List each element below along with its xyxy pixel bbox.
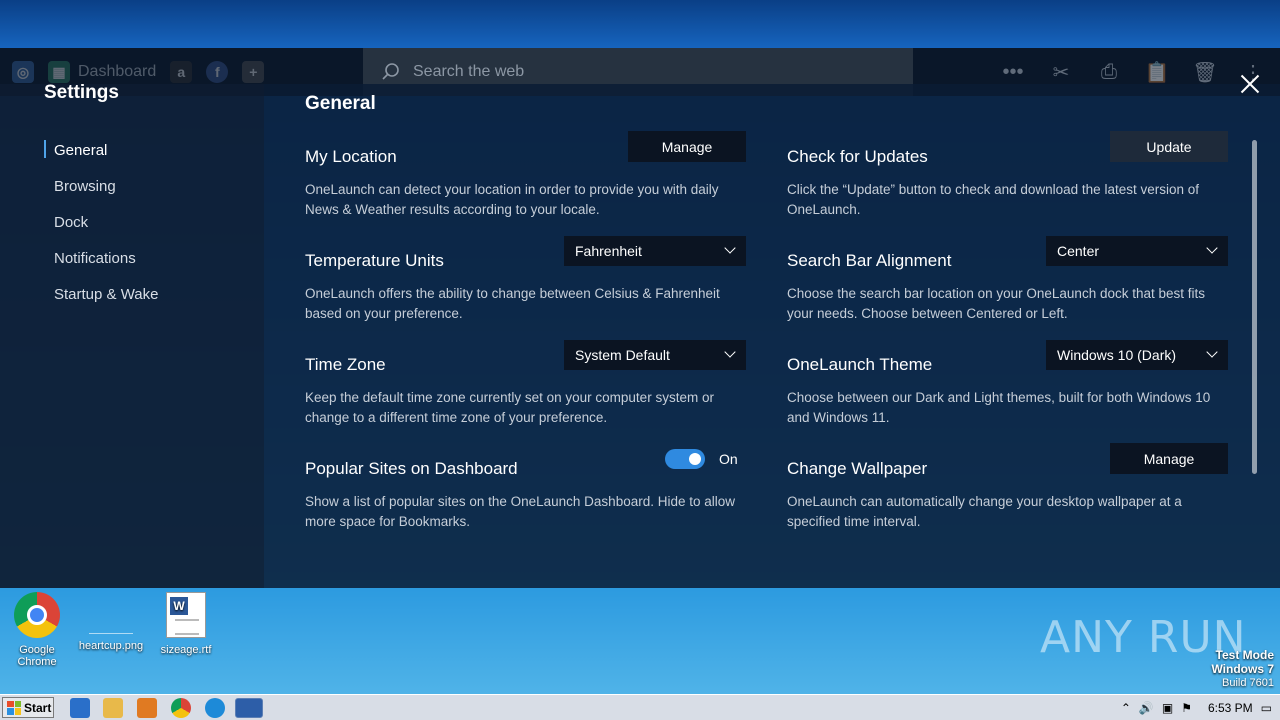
time-zone-value: System Default	[575, 347, 670, 363]
update-button[interactable]: Update	[1110, 131, 1228, 162]
chrome-taskbar-icon[interactable]	[171, 698, 191, 718]
internet-explorer-icon[interactable]	[70, 698, 90, 718]
search-bar-alignment-select[interactable]: Center	[1046, 236, 1228, 266]
sidebar-item-browsing[interactable]: Browsing	[44, 168, 159, 204]
close-icon[interactable]	[1240, 74, 1260, 94]
chevron-down-icon	[724, 242, 736, 254]
search-icon	[382, 63, 399, 80]
settings-overlay: Settings General Browsing Dock Notificat…	[0, 82, 1280, 588]
desktop-icon-label: Google Chrome	[17, 644, 57, 668]
search-bar-alignment-desc: Choose the search bar location on your O…	[787, 286, 1206, 321]
network-icon[interactable]: ▣	[1162, 701, 1173, 715]
image-file-icon	[89, 606, 133, 634]
popular-sites-label: Popular Sites on Dashboard	[305, 459, 518, 478]
check-updates-label: Check for Updates	[787, 147, 928, 166]
manage-wallpaper-button[interactable]: Manage	[1110, 443, 1228, 474]
sidebar-item-notifications[interactable]: Notifications	[44, 240, 159, 276]
printer-icon[interactable]: ⎙	[1096, 61, 1122, 84]
desktop-icon-sizeage[interactable]: sizeage.rtf	[151, 592, 221, 656]
start-label: Start	[24, 700, 52, 715]
amazon-icon[interactable]: a	[170, 61, 193, 83]
taskbar: Start ⌃ 🔊 ▣ ⚑ 6:53 PM ▭	[0, 694, 1280, 720]
popular-sites-toggle-state: On	[719, 451, 738, 467]
more-icon[interactable]: •••	[1000, 61, 1026, 84]
show-desktop-icon[interactable]: ▭	[1261, 701, 1272, 715]
search-placeholder: Search the web	[413, 63, 525, 80]
theme-desc: Choose between our Dark and Light themes…	[787, 390, 1211, 425]
theme-select[interactable]: Windows 10 (Dark)	[1046, 340, 1228, 370]
sidebar-item-dock[interactable]: Dock	[44, 204, 159, 240]
sidebar-item-startup-wake[interactable]: Startup & Wake	[44, 276, 159, 312]
trash-icon[interactable]: 🗑	[1192, 60, 1218, 85]
sidebar-item-general[interactable]: General	[44, 132, 159, 168]
temperature-units-value: Fahrenheit	[575, 243, 642, 259]
test-mode-label: Test Mode	[1215, 648, 1274, 662]
settings-nav: General Browsing Dock Notifications Star…	[44, 132, 159, 312]
time-zone-label: Time Zone	[305, 355, 386, 374]
clipboard-icon[interactable]: 📋	[1144, 60, 1170, 85]
tray-expand-icon[interactable]: ⌃	[1121, 701, 1131, 715]
my-location-desc: OneLaunch can detect your location in or…	[305, 182, 719, 217]
chevron-down-icon	[1206, 242, 1218, 254]
desktop-icon-heartcup[interactable]: heartcup.png	[76, 592, 146, 652]
search-bar-alignment-label: Search Bar Alignment	[787, 251, 952, 270]
temperature-units-label: Temperature Units	[305, 251, 444, 270]
toggle-knob	[689, 453, 701, 465]
manage-location-button[interactable]: Manage	[628, 131, 746, 162]
settings-title: Settings	[44, 82, 119, 103]
desktop-icon-label: heartcup.png	[78, 640, 144, 652]
theme-value: Windows 10 (Dark)	[1057, 347, 1177, 363]
edge-icon[interactable]	[205, 698, 225, 718]
chevron-down-icon	[724, 346, 736, 358]
popular-sites-toggle[interactable]	[665, 449, 705, 469]
change-wallpaper-desc: OneLaunch can automatically change your …	[787, 494, 1182, 529]
desktop-icon-label: sizeage.rtf	[160, 644, 212, 656]
windows-flag-icon	[7, 700, 21, 715]
search-bar-alignment-value: Center	[1057, 243, 1100, 259]
chevron-down-icon	[1206, 346, 1218, 358]
page-title: General	[305, 93, 376, 114]
facebook-icon[interactable]: f	[206, 61, 229, 83]
time-zone-desc: Keep the default time zone currently set…	[305, 390, 714, 425]
temperature-units-desc: OneLaunch offers the ability to change b…	[305, 286, 720, 321]
change-wallpaper-label: Change Wallpaper	[787, 459, 928, 478]
settings-sidebar: Settings General Browsing Dock Notificat…	[0, 82, 264, 588]
dashboard-tab[interactable]: ▦ Dashboard	[48, 61, 156, 83]
dashboard-icon: ▦	[48, 61, 70, 83]
file-explorer-icon[interactable]	[103, 698, 123, 718]
action-center-flag-icon[interactable]: ⚑	[1181, 701, 1192, 715]
onelaunch-icon[interactable]: ◎	[12, 61, 34, 83]
onelaunch-taskbar-icon[interactable]	[235, 698, 263, 718]
volume-icon[interactable]: 🔊	[1139, 701, 1154, 715]
dashboard-label: Dashboard	[78, 63, 157, 80]
my-location-label: My Location	[305, 147, 397, 166]
settings-scrollbar[interactable]	[1252, 140, 1257, 474]
desktop-top-strip	[0, 0, 1280, 48]
system-tray: ⌃ 🔊 ▣ ⚑ 6:53 PM ▭	[1121, 695, 1280, 720]
check-updates-desc: Click the “Update” button to check and d…	[787, 182, 1199, 217]
os-label: Windows 7	[1211, 662, 1274, 676]
popular-sites-desc: Show a list of popular sites on the OneL…	[305, 494, 736, 529]
temperature-units-select[interactable]: Fahrenheit	[564, 236, 746, 266]
build-label: Build 7601	[1222, 677, 1274, 689]
desktop-icon-chrome[interactable]: Google Chrome	[2, 592, 72, 668]
chrome-icon	[14, 592, 60, 638]
scissors-icon[interactable]: ✂	[1048, 60, 1074, 85]
test-mode-notice: Test Mode Windows 7 Build 7601	[1211, 648, 1274, 690]
clock[interactable]: 6:53 PM	[1208, 701, 1253, 715]
media-player-icon[interactable]	[137, 698, 157, 718]
theme-label: OneLaunch Theme	[787, 355, 933, 374]
start-button[interactable]: Start	[2, 697, 54, 718]
word-document-icon	[166, 592, 206, 638]
settings-main: General My Location Manage OneLaunch can…	[264, 84, 1280, 588]
time-zone-select[interactable]: System Default	[564, 340, 746, 370]
add-icon[interactable]: +	[242, 61, 265, 83]
